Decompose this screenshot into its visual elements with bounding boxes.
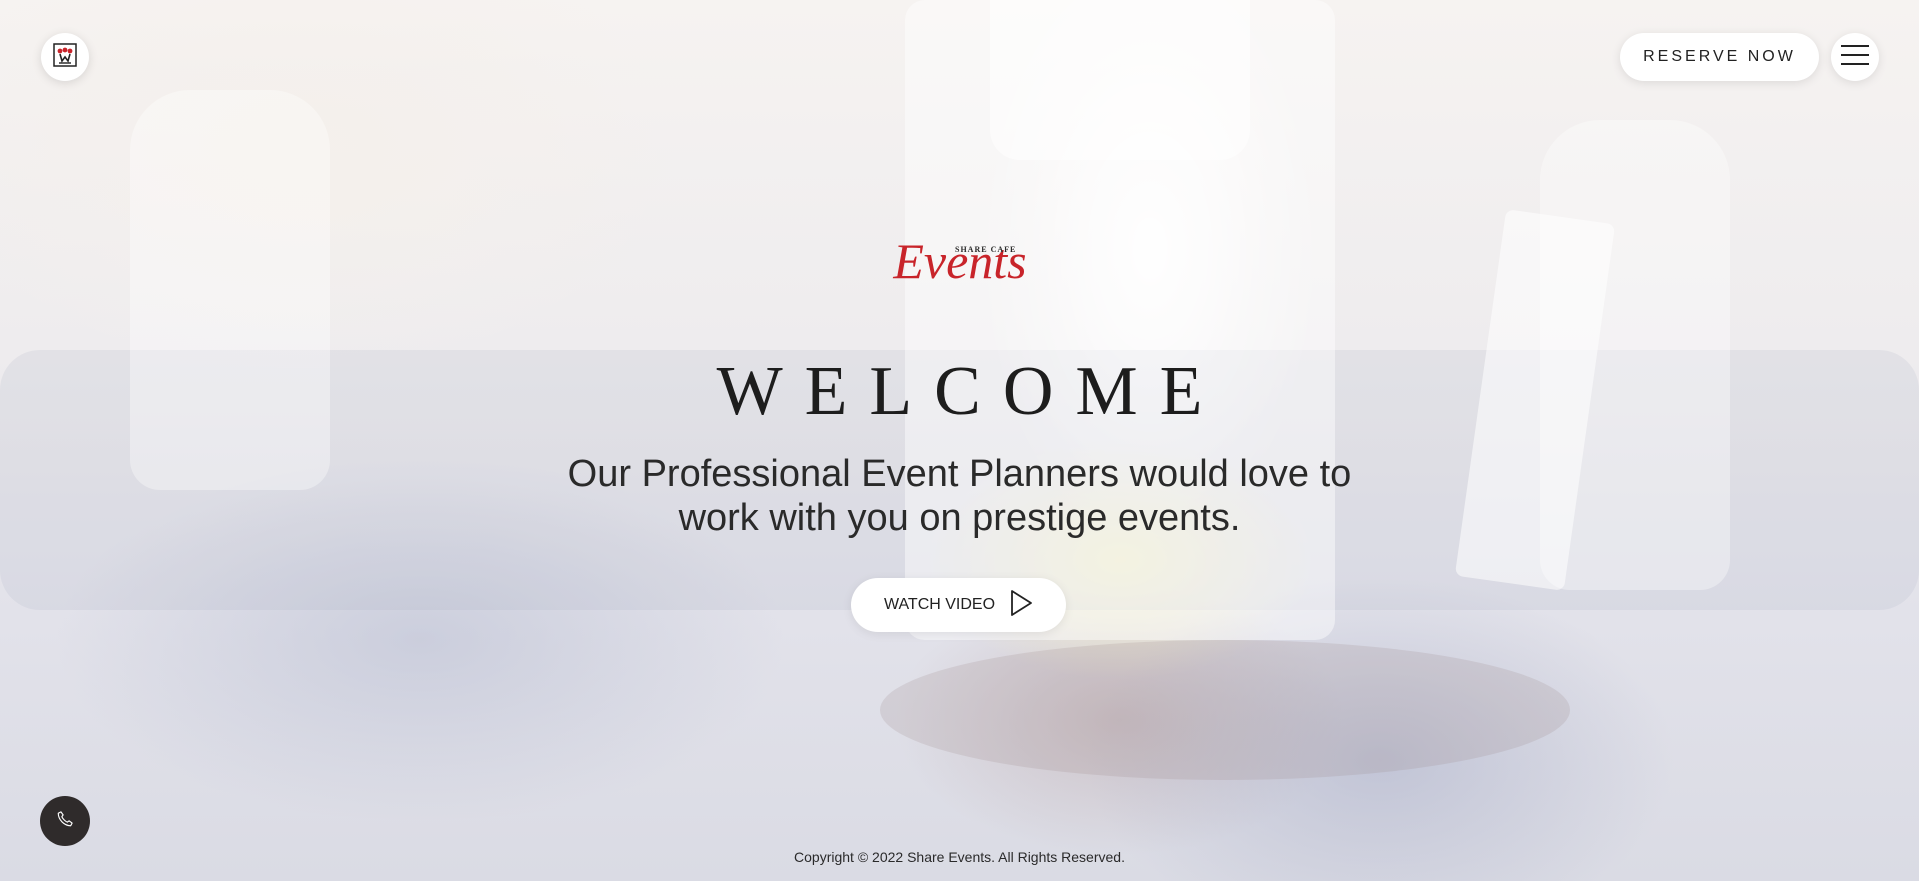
- copyright-text: Copyright © 2022 Share Events. All Right…: [794, 849, 1125, 865]
- reserve-now-label: RESERVE NOW: [1643, 48, 1796, 65]
- hero-tagline-line: Our Professional Event Planners would lo…: [567, 453, 1352, 495]
- hero-tagline: Our Professional Event Planners would lo…: [540, 452, 1379, 540]
- reserve-now-button[interactable]: RESERVE NOW: [1620, 33, 1819, 81]
- share-cafe-logo-icon: [53, 42, 77, 72]
- phone-icon: [56, 810, 74, 833]
- hero-section: RESERVE NOW Events SHARE CAFE WELCOME Ou…: [0, 0, 1919, 881]
- watch-video-button[interactable]: WATCH VIDEO: [851, 578, 1066, 632]
- background-plate: [880, 640, 1570, 780]
- hero-tagline-line: work with you on prestige events.: [678, 497, 1241, 539]
- page-title: WELCOME: [716, 353, 1225, 430]
- brand-top-text: SHARE CAFE: [955, 245, 1017, 254]
- play-icon: [1009, 589, 1033, 622]
- background-lantern-roof: [990, 0, 1250, 160]
- brand-script-text: Events: [893, 233, 1027, 289]
- home-logo-button[interactable]: [41, 33, 89, 81]
- call-button[interactable]: [40, 796, 90, 846]
- hamburger-menu-icon: [1840, 44, 1870, 71]
- watch-video-label: WATCH VIDEO: [883, 596, 996, 613]
- menu-button[interactable]: [1831, 33, 1879, 81]
- brand-logo: Events SHARE CAFE: [885, 232, 1035, 290]
